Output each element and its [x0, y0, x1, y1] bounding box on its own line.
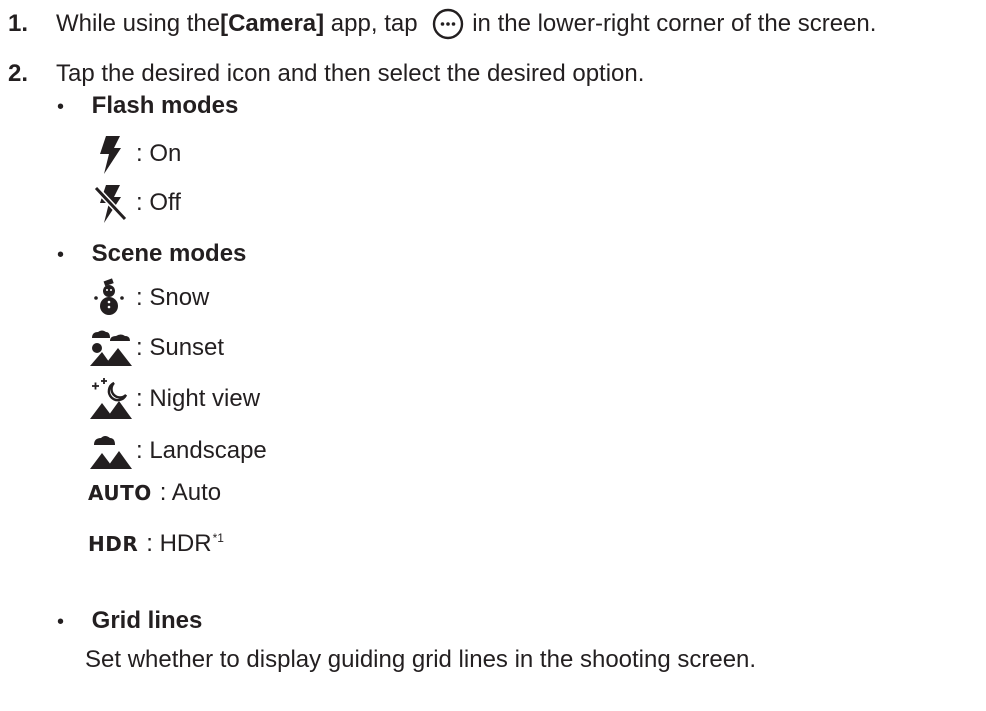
step-number: 1.: [8, 10, 29, 37]
scene-modes-bullet: • Scene modes: [57, 240, 246, 268]
step-text-mid: app, tap: [324, 10, 425, 37]
sunset-option: : Sunset: [88, 326, 224, 370]
flash-modes-heading: Flash modes: [91, 92, 239, 119]
scene-modes-heading: Scene modes: [91, 240, 247, 267]
night-view-option: : Night view: [88, 377, 260, 421]
grid-lines-description: Set whether to display guiding grid line…: [85, 646, 757, 673]
grid-lines-heading: Grid lines: [91, 607, 203, 634]
bullet-dot: •: [57, 244, 65, 266]
sunset-icon: [88, 326, 132, 370]
bullet-dot: •: [57, 96, 65, 118]
step-text-post: in the lower-right corner of the screen.: [472, 10, 877, 37]
flash-off-option: : Off: [88, 181, 181, 225]
night-view-icon: [88, 377, 132, 421]
option-label: : Night view: [136, 385, 261, 412]
camera-app-name: [Camera]: [220, 10, 325, 37]
snowman-icon: [88, 276, 132, 320]
option-label: : Off: [136, 189, 181, 216]
flash-modes-bullet: • Flash modes: [57, 92, 238, 120]
step-text: While using the [Camera] app, tap in the…: [56, 8, 876, 40]
option-label: : Sunset: [136, 334, 225, 361]
auto-option: AUTO : Auto: [88, 479, 221, 507]
step-number: 2.: [8, 60, 29, 87]
option-label: : On: [136, 140, 182, 167]
option-label: : Snow: [136, 284, 210, 311]
step-2: 2. Tap the desired icon and then select …: [8, 60, 644, 88]
flash-on-option: : On: [88, 132, 181, 176]
option-label: : Landscape: [136, 437, 267, 464]
footnote-marker: *1: [212, 531, 224, 545]
flash-off-icon: [88, 181, 132, 225]
landscape-option: : Landscape: [88, 429, 267, 473]
hdr-icon: HDR: [88, 532, 139, 556]
step-text: Tap the desired icon and then select the…: [56, 60, 645, 87]
more-options-icon: [432, 8, 464, 40]
option-label: : Auto: [159, 479, 222, 506]
auto-icon: AUTO: [88, 481, 152, 505]
step-text-pre: While using the: [56, 10, 221, 37]
hdr-option: HDR : HDR*1: [88, 530, 224, 558]
snow-option: : Snow: [88, 276, 209, 320]
flash-on-icon: [88, 132, 132, 176]
step-1: 1. While using the [Camera] app, tap in …: [8, 8, 876, 40]
landscape-icon: [88, 429, 132, 473]
hdr-label: : HDR: [146, 530, 212, 557]
bullet-dot: •: [57, 611, 65, 633]
grid-lines-bullet: • Grid lines: [57, 607, 202, 635]
option-label: : HDR*1: [146, 530, 224, 558]
